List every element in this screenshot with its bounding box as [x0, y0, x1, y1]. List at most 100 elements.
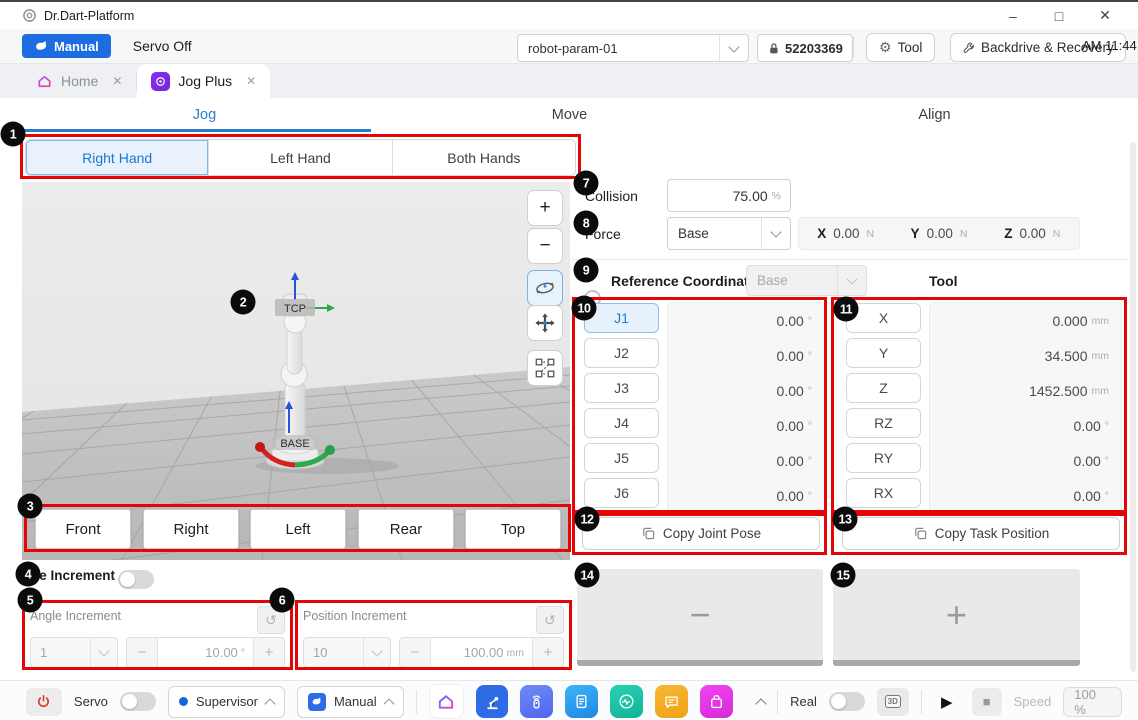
- joint-j5-button[interactable]: J5: [584, 443, 659, 473]
- task-rx-button[interactable]: RX: [846, 478, 921, 508]
- zoom-in-button[interactable]: +: [527, 190, 563, 226]
- joint-j6-value: 0.00°: [668, 478, 824, 513]
- real-mode-toggle[interactable]: [829, 692, 865, 711]
- joint-j2-value: 0.00°: [668, 338, 824, 373]
- home-app-icon[interactable]: [429, 684, 464, 719]
- view-rear-button[interactable]: Rear: [358, 509, 454, 549]
- pan-tool-button[interactable]: [527, 305, 563, 341]
- chevron-down-icon: [728, 41, 739, 52]
- minimize-button[interactable]: –: [990, 3, 1036, 29]
- tool-label: Tool: [898, 40, 923, 55]
- position-reset-button[interactable]: ↺: [536, 606, 564, 634]
- role-status-dot: [179, 697, 188, 706]
- orbit-tool-button[interactable]: [527, 270, 563, 306]
- task-y-value: 34.500mm: [930, 338, 1121, 373]
- home-icon: [36, 73, 53, 90]
- position-increment-button[interactable]: +: [533, 638, 563, 667]
- use-increment-label: Use Increment: [22, 568, 115, 583]
- force-y: Y0.00N: [892, 226, 985, 241]
- use-increment-toggle[interactable]: [118, 570, 154, 589]
- copy-icon: [641, 526, 656, 541]
- task-rz-button[interactable]: RZ: [846, 408, 921, 438]
- play-button[interactable]: ▶: [934, 693, 960, 711]
- reference-frame-select[interactable]: Base: [746, 265, 867, 296]
- joint-j4-button[interactable]: J4: [584, 408, 659, 438]
- force-label: Force: [585, 226, 621, 242]
- task-ry-value: 0.00°: [930, 443, 1121, 478]
- position-select-value: 10: [304, 645, 363, 660]
- section-divider: [572, 259, 1128, 260]
- zoom-out-button[interactable]: −: [527, 228, 563, 264]
- simulator-3d-button[interactable]: 3D: [877, 688, 909, 716]
- robot-3d-viewport[interactable]: TCP BASE + −: [22, 182, 570, 560]
- maximize-button[interactable]: □: [1036, 3, 1082, 29]
- tab-jog-plus[interactable]: Jog Plus ✕: [137, 64, 270, 98]
- task-x-button[interactable]: X: [846, 303, 921, 333]
- tab-jog-plus-label: Jog Plus: [178, 73, 232, 89]
- tool-button[interactable]: ⚙ Tool: [866, 33, 935, 62]
- tab-home[interactable]: Home ✕: [22, 64, 136, 98]
- force-frame-select[interactable]: Base: [667, 217, 791, 250]
- position-increment-select[interactable]: 10: [303, 637, 391, 668]
- jog-minus-pad[interactable]: −: [577, 569, 823, 666]
- copy-task-position-button[interactable]: Copy Task Position: [842, 517, 1120, 550]
- joint-j6-button[interactable]: J6: [584, 478, 659, 508]
- tab-home-close-icon[interactable]: ✕: [112, 74, 122, 88]
- robot-param-select[interactable]: robot-param-01: [517, 34, 749, 62]
- measure-tool-button[interactable]: [527, 350, 563, 386]
- view-right-button[interactable]: Right: [143, 509, 239, 549]
- jog-app-icon[interactable]: [476, 685, 509, 718]
- user-role-select[interactable]: Supervisor: [168, 686, 285, 718]
- nav-tab-align[interactable]: Align: [752, 98, 1117, 132]
- joint-j2-button[interactable]: J2: [584, 338, 659, 368]
- tab-jog-plus-close-icon[interactable]: ✕: [246, 74, 256, 88]
- store-app-icon[interactable]: [700, 685, 733, 718]
- copy-joint-pose-button[interactable]: Copy Joint Pose: [582, 517, 820, 550]
- angle-reset-button[interactable]: ↺: [257, 606, 285, 634]
- left-hand-button[interactable]: Left Hand: [208, 140, 391, 175]
- right-hand-button[interactable]: Right Hand: [26, 140, 208, 175]
- angle-increment-label: Angle Increment: [30, 606, 121, 623]
- robot-mode-select[interactable]: Manual: [297, 686, 404, 718]
- collapse-tray-chevron-icon[interactable]: [755, 698, 766, 709]
- jog-plus-pad[interactable]: +: [833, 569, 1080, 666]
- joint-j3-value: 0.00°: [668, 373, 824, 408]
- view-top-button[interactable]: Top: [465, 509, 561, 549]
- message-app-icon[interactable]: [655, 685, 688, 718]
- orbit-icon: [534, 277, 556, 299]
- safety-password-box[interactable]: 52203369: [757, 34, 853, 62]
- servo-toggle[interactable]: [120, 692, 156, 711]
- gear-icon: ⚙: [879, 39, 892, 56]
- angle-decrement-button[interactable]: −: [127, 638, 157, 667]
- chevron-up-icon: [383, 698, 394, 709]
- view-left-button[interactable]: Left: [250, 509, 346, 549]
- joint-j1-button[interactable]: J1: [584, 303, 659, 333]
- view-front-button[interactable]: Front: [35, 509, 131, 549]
- position-decrement-button[interactable]: −: [400, 638, 430, 667]
- statusbar-separator: [921, 690, 922, 714]
- task-x-value: 0.000mm: [930, 303, 1121, 338]
- chevron-down-icon: [846, 273, 857, 284]
- manual-mode-button[interactable]: Manual: [22, 34, 111, 58]
- angle-increment-button[interactable]: +: [254, 638, 284, 667]
- task-z-button[interactable]: Z: [846, 373, 921, 403]
- nav-tab-jog[interactable]: Jog: [22, 98, 387, 132]
- joint-j5-value: 0.00°: [668, 443, 824, 478]
- speed-value-box[interactable]: 100 %: [1063, 687, 1122, 717]
- joint-j3-button[interactable]: J3: [584, 373, 659, 403]
- scrollbar[interactable]: [1130, 142, 1136, 672]
- angle-increment-select[interactable]: 1: [30, 637, 118, 668]
- nav-tab-move[interactable]: Move: [387, 98, 752, 132]
- task-writer-app-icon[interactable]: [565, 685, 598, 718]
- both-hands-button[interactable]: Both Hands: [392, 140, 575, 175]
- task-ry-button[interactable]: RY: [846, 443, 921, 473]
- stop-button[interactable]: ■: [972, 688, 1002, 716]
- manual-mode-icon: [308, 693, 326, 711]
- task-values-panel: 0.000mm 34.500mm 1452.500mm 0.00° 0.00° …: [929, 302, 1122, 513]
- monitoring-app-icon[interactable]: [610, 685, 643, 718]
- remote-control-app-icon[interactable]: [520, 685, 553, 718]
- power-button[interactable]: [26, 688, 62, 716]
- close-button[interactable]: ✕: [1082, 3, 1128, 29]
- collision-input[interactable]: 75.00 %: [667, 179, 791, 212]
- task-y-button[interactable]: Y: [846, 338, 921, 368]
